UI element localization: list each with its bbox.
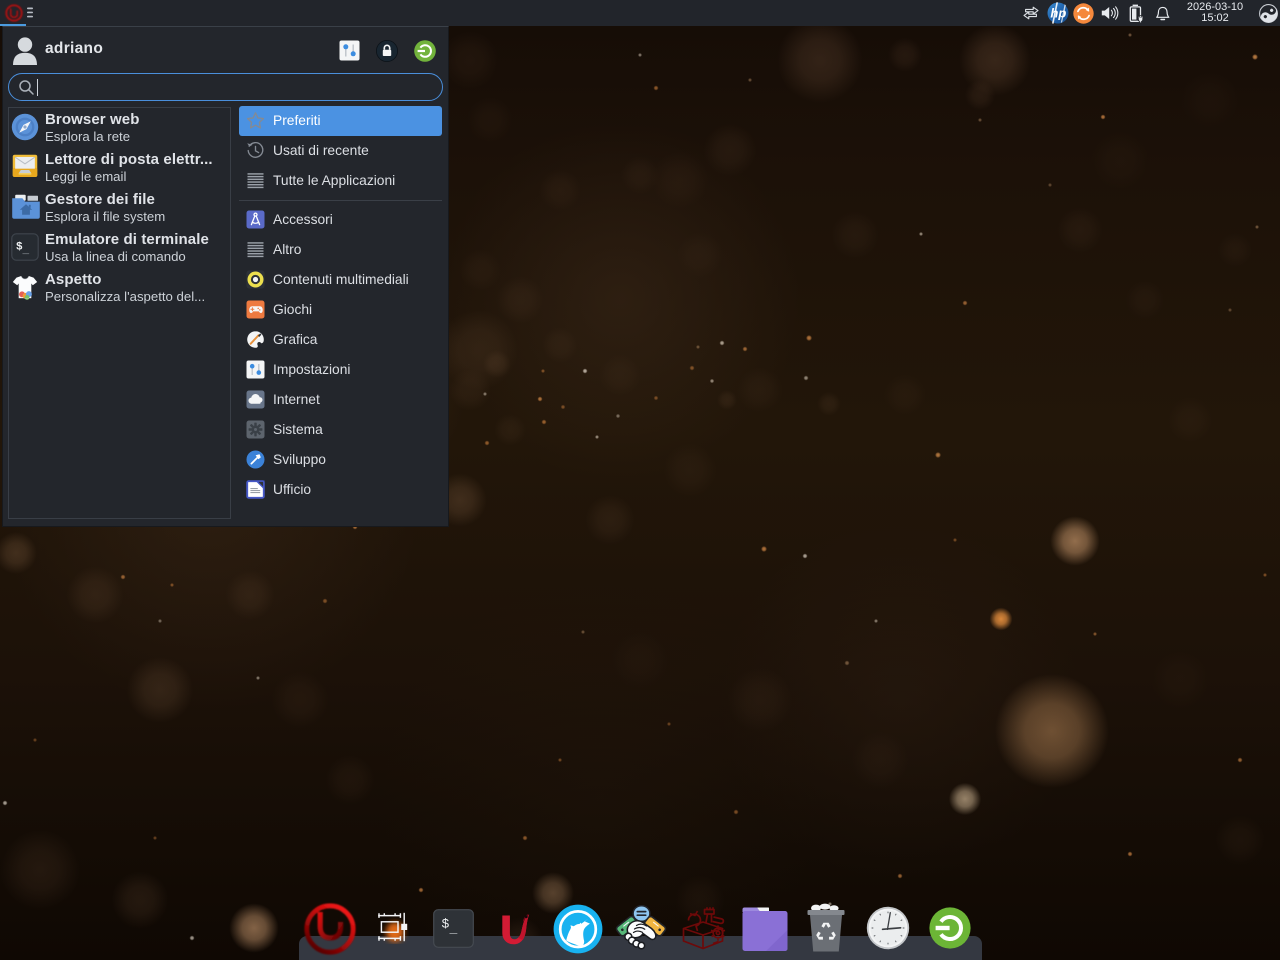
svg-text:$: $ <box>442 917 450 932</box>
svg-text:_: _ <box>449 921 458 936</box>
svg-text:_: _ <box>22 245 30 257</box>
svg-text:hp: hp <box>1050 6 1066 21</box>
